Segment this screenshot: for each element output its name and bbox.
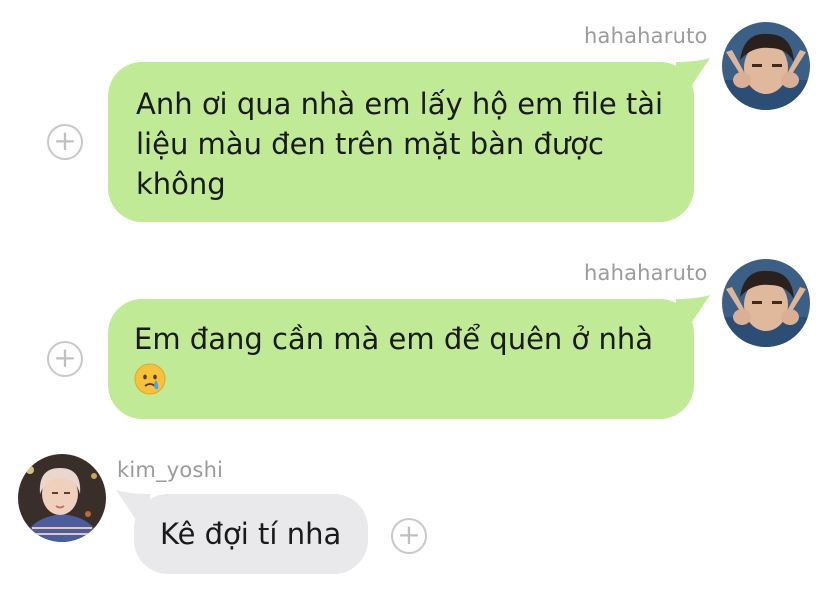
message-text: Kê đợi tí nha (160, 517, 342, 551)
message-bubble[interactable]: Kê đợi tí nha (134, 494, 368, 574)
sender-username: hahaharuto (584, 261, 708, 285)
plus-circle-icon[interactable]: + (47, 341, 83, 377)
message-text: Em đang cần mà em để quên ở nhà (134, 322, 654, 356)
avatar-photo (722, 22, 810, 110)
sender-username: hahaharuto (584, 24, 708, 48)
message-bubble[interactable]: Em đang cần mà em để quên ở nhà (108, 299, 694, 419)
plus-circle-icon[interactable]: + (391, 518, 427, 554)
plus-circle-icon[interactable]: + (47, 124, 83, 160)
message-bubble[interactable]: Anh ơi qua nhà em lấy hộ em file tài liệ… (108, 62, 694, 222)
crying-face-emoji (134, 363, 166, 395)
sender-username: kim_yoshi (117, 458, 224, 482)
avatar-photo (722, 259, 810, 347)
avatar[interactable] (722, 22, 810, 110)
message-text: Anh ơi qua nhà em lấy hộ em file tài liệ… (136, 87, 664, 201)
avatar[interactable] (722, 259, 810, 347)
avatar-photo (18, 454, 106, 542)
avatar[interactable] (18, 454, 106, 542)
